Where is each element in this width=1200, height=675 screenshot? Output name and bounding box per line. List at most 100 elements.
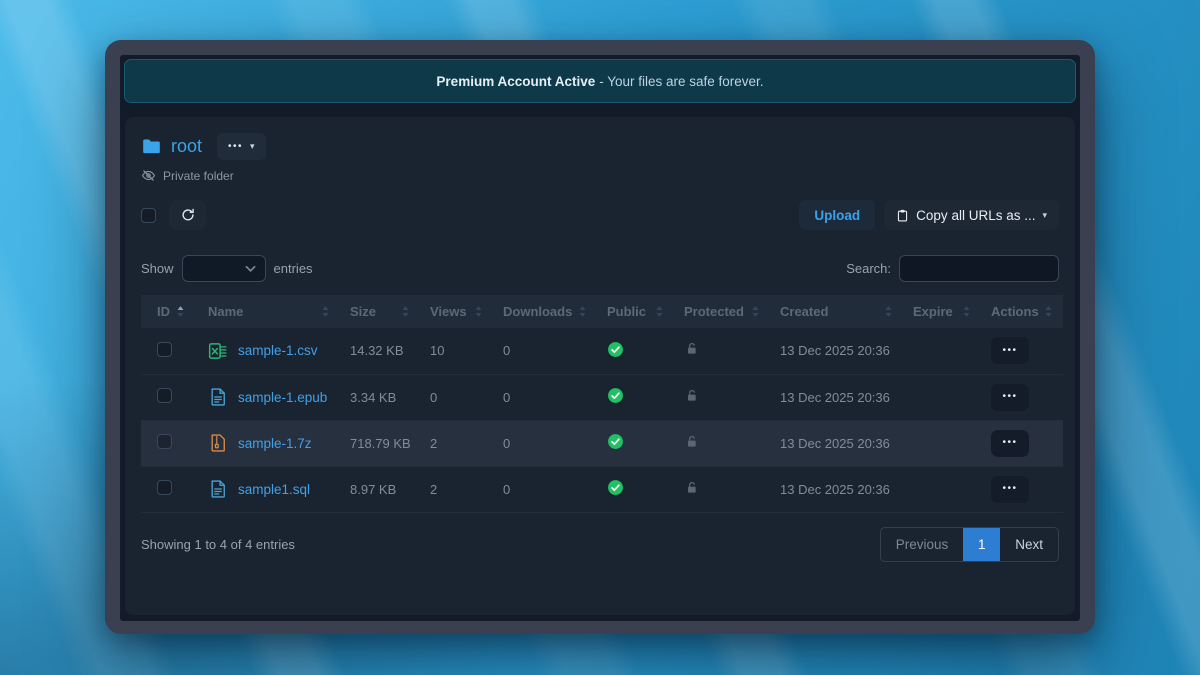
files-table: ID Name Size Views Downloads Public [141,295,1063,513]
public-check-icon [607,433,624,450]
created-cell: 13 Dec 2025 20:36 [770,466,903,512]
select-all-checkbox[interactable] [141,208,156,223]
row-checkbox[interactable] [157,434,172,449]
banner-text: - Your files are safe forever. [599,74,763,89]
column-header-id[interactable]: ID [141,295,198,328]
table-footer: Showing 1 to 4 of 4 entries Previous 1 N… [141,527,1059,562]
toolbar: Upload Copy all URLs as ... ▾ [141,200,1059,230]
premium-banner: Premium Account Active - Your files are … [124,59,1076,103]
chevron-down-icon [245,265,256,273]
folder-header: root ••• ▾ [141,133,1059,160]
column-header-expire[interactable]: Expire [903,295,981,328]
app-screen: Premium Account Active - Your files are … [120,55,1080,621]
table-row: sample1.sql 8.97 KB 2 0 13 Dec 2025 20:3… [141,466,1063,512]
unlock-icon [684,341,700,357]
entries-label: entries [274,261,313,276]
sort-icon [751,305,760,318]
ellipsis-icon: ••• [228,142,243,152]
row-actions-button[interactable]: ••• [991,337,1029,364]
sort-icon [474,305,483,318]
column-header-created[interactable]: Created [770,295,903,328]
file-link[interactable]: sample-1.7z [238,436,312,451]
ellipsis-icon: ••• [1002,392,1017,402]
size-cell: 3.34 KB [340,374,420,420]
column-header-protected[interactable]: Protected [674,295,770,328]
column-header-downloads[interactable]: Downloads [493,295,597,328]
table-row: sample-1.7z 718.79 KB 2 0 13 Dec 2025 20… [141,420,1063,466]
caret-down-icon: ▾ [250,142,255,151]
size-cell: 14.32 KB [340,328,420,374]
sort-icon [962,305,971,318]
current-page-button[interactable]: 1 [963,528,1000,561]
views-cell: 2 [420,466,493,512]
folder-privacy: Private folder [141,168,1059,183]
downloads-cell: 0 [493,420,597,466]
copy-urls-label: Copy all URLs as ... [916,208,1035,223]
row-actions-button[interactable]: ••• [991,476,1029,503]
downloads-cell: 0 [493,466,597,512]
size-cell: 8.97 KB [340,466,420,512]
column-header-actions[interactable]: Actions [981,295,1063,328]
public-check-icon [607,341,624,358]
row-actions-button[interactable]: ••• [991,430,1029,457]
sort-icon [321,305,330,318]
eye-off-icon [141,168,156,183]
downloads-cell: 0 [493,328,597,374]
unlock-icon [684,480,700,496]
public-check-icon [607,387,624,404]
file-link[interactable]: sample-1.epub [238,390,327,405]
table-row: sample-1.epub 3.34 KB 0 0 13 Dec 2025 20… [141,374,1063,420]
search-input[interactable] [899,255,1059,282]
previous-page-button[interactable]: Previous [881,528,964,561]
size-cell: 718.79 KB [340,420,420,466]
file-link[interactable]: sample1.sql [238,482,310,497]
app-window: Premium Account Active - Your files are … [105,40,1095,634]
pagination: Previous 1 Next [880,527,1059,562]
created-cell: 13 Dec 2025 20:36 [770,328,903,374]
upload-button[interactable]: Upload [799,200,875,230]
banner-strong-text: Premium Account Active [436,74,595,89]
row-checkbox[interactable] [157,480,172,495]
privacy-label: Private folder [163,169,234,183]
file-manager-panel: root ••• ▾ Private folder [125,117,1075,615]
refresh-button[interactable] [169,200,206,230]
show-label: Show [141,261,174,276]
file-link[interactable]: sample-1.csv [238,343,318,358]
refresh-icon [180,207,196,223]
clipboard-icon [896,208,909,223]
search-label: Search: [846,261,891,276]
created-cell: 13 Dec 2025 20:36 [770,420,903,466]
row-actions-button[interactable]: ••• [991,384,1029,411]
views-cell: 0 [420,374,493,420]
ellipsis-icon: ••• [1002,438,1017,448]
column-header-name[interactable]: Name [198,295,340,328]
next-page-button[interactable]: Next [1000,528,1058,561]
column-header-views[interactable]: Views [420,295,493,328]
copy-urls-button[interactable]: Copy all URLs as ... ▾ [884,200,1059,230]
file-document-icon [208,479,228,499]
views-cell: 10 [420,328,493,374]
column-header-public[interactable]: Public [597,295,674,328]
sort-icon [401,305,410,318]
row-checkbox[interactable] [157,342,172,357]
expire-cell [903,466,981,512]
page-length-select[interactable] [182,255,266,282]
desktop-background: Premium Account Active - Your files are … [0,0,1200,675]
public-check-icon [607,479,624,496]
caret-down-icon: ▾ [1042,211,1047,220]
sort-icon [578,305,587,318]
expire-cell [903,328,981,374]
unlock-icon [684,434,700,450]
views-cell: 2 [420,420,493,466]
file-excel-icon [208,341,228,361]
expire-cell [903,374,981,420]
unlock-icon [684,388,700,404]
folder-menu-button[interactable]: ••• ▾ [217,133,266,160]
table-controls: Show entries Search: [141,255,1059,282]
sort-asc-icon [176,305,185,318]
ellipsis-icon: ••• [1002,484,1017,494]
column-header-size[interactable]: Size [340,295,420,328]
downloads-cell: 0 [493,374,597,420]
expire-cell [903,420,981,466]
row-checkbox[interactable] [157,388,172,403]
